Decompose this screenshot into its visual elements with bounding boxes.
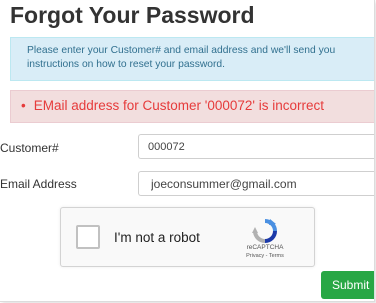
recaptcha-checkbox[interactable] (76, 225, 100, 249)
info-line-2: instructions on how to reset your passwo… (27, 59, 226, 70)
recaptcha-logo-icon (252, 219, 277, 243)
customer-label: Customer# (0, 141, 59, 155)
page-title: Forgot Your Password (10, 2, 255, 28)
email-label: Email Address (0, 177, 77, 191)
forgot-password-card: Forgot Your Password Please enter your C… (0, 0, 375, 302)
recaptcha-widget: I'm not a robot reCAPTCHA Privacy - Term… (60, 207, 315, 267)
error-message: EMail address for Customer '000072' is i… (33, 98, 325, 113)
email-input[interactable] (138, 171, 374, 196)
recaptcha-terms-link[interactable]: Privacy - Terms (234, 253, 296, 259)
submit-button[interactable]: Submit (321, 271, 374, 299)
info-alert: Please enter your Customer# and email ad… (10, 37, 374, 81)
recaptcha-label: I'm not a robot (114, 230, 200, 245)
error-alert: • EMail address for Customer '000072' is … (10, 90, 374, 123)
recaptcha-brand: reCAPTCHA (246, 244, 284, 251)
error-bullet: • (21, 98, 26, 113)
customer-input[interactable] (138, 134, 374, 159)
info-line-1: Please enter your Customer# and email ad… (27, 45, 336, 56)
